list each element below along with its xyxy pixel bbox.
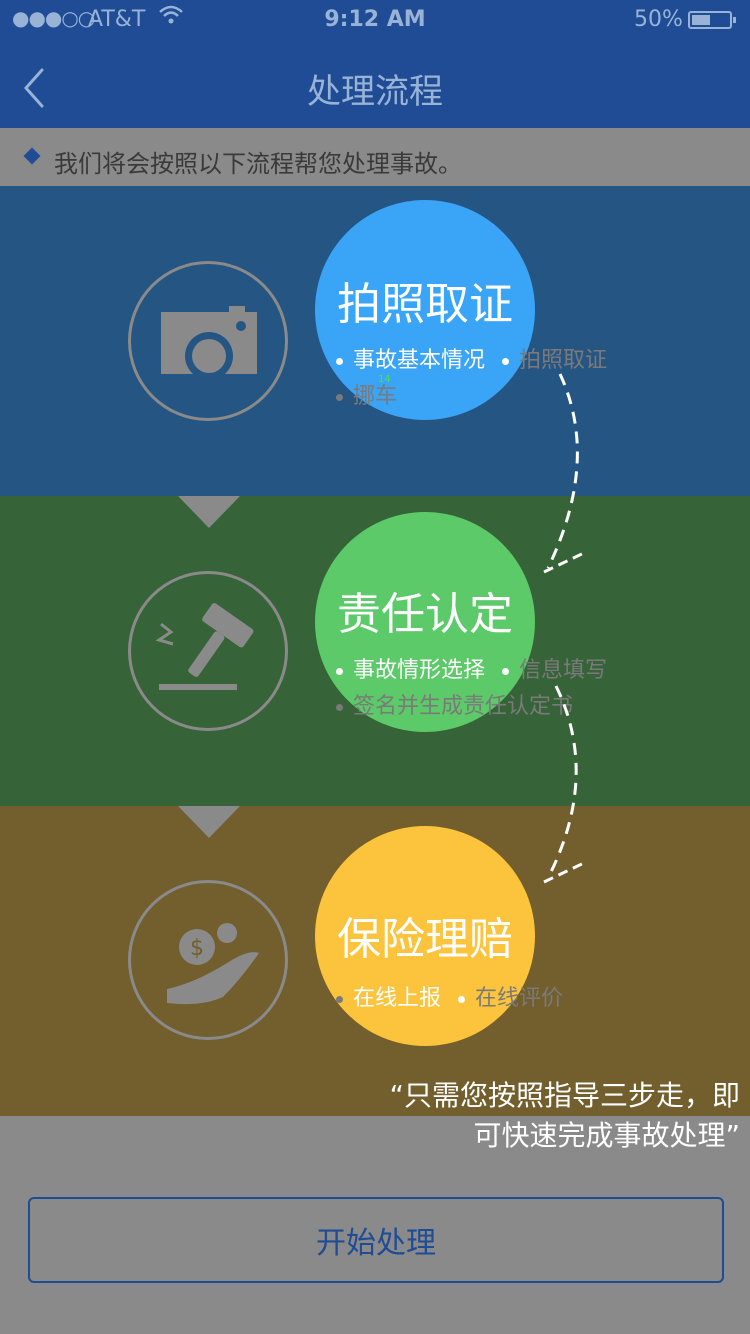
guide-quote: “只需您按照指导三步走，即 可快速完成事故处理” [300, 1076, 740, 1156]
quote-line-1: “只需您按照指导三步走，即 [389, 1079, 740, 1112]
start-processing-button[interactable]: 开始处理 [28, 1197, 724, 1283]
quote-line-2: 可快速完成事故处理” [473, 1119, 740, 1152]
